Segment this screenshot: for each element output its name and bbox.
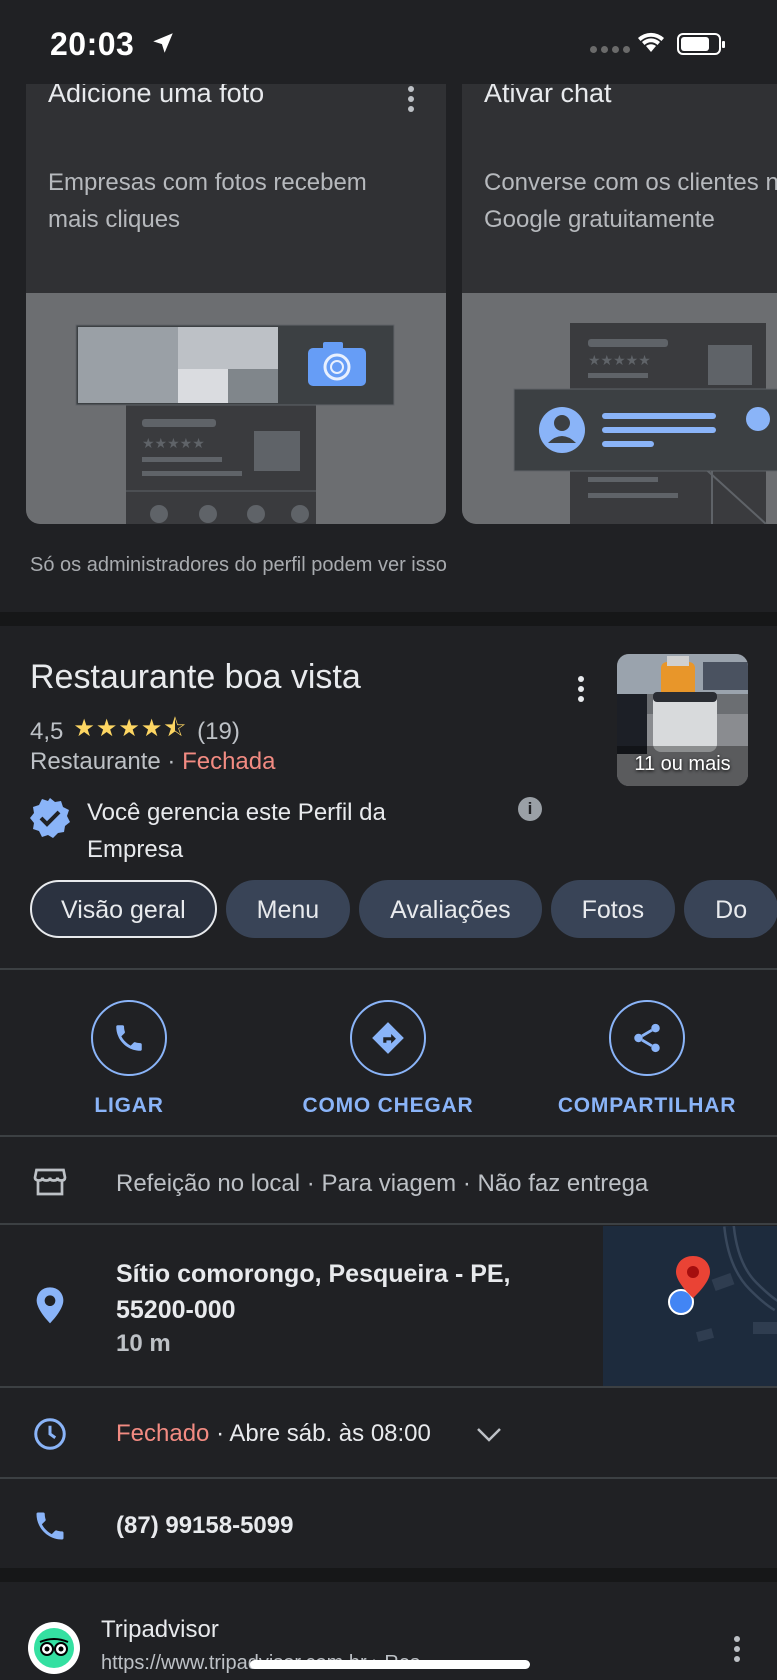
clock-icon	[34, 1418, 66, 1450]
directions-circle	[350, 1000, 426, 1076]
chat-illustration: ★★★★★	[462, 293, 777, 524]
share-circle	[609, 1000, 685, 1076]
promo-section: Adicione uma foto Empresas com fotos rec…	[0, 0, 777, 612]
chevron-down-icon[interactable]	[476, 1426, 502, 1444]
svg-text:★★★★★: ★★★★★	[142, 436, 205, 452]
share-icon	[634, 1023, 660, 1053]
map-image	[603, 1226, 777, 1386]
location-pin-icon	[36, 1287, 64, 1324]
admin-only-note: Só os administradores do perfil podem ve…	[30, 554, 447, 576]
category: Restaurante	[30, 748, 161, 775]
managed-profile-text: Você gerencia este Perfil da Empresa	[87, 799, 386, 863]
tab-menu[interactable]: Menu	[225, 880, 351, 938]
tab-photos[interactable]: Fotos	[550, 880, 676, 938]
info-icon[interactable]: i	[518, 797, 542, 821]
phone-icon	[36, 1512, 64, 1540]
hours-detail: · Abre sáb. às 08:00	[209, 1420, 431, 1447]
home-indicator[interactable]	[250, 1660, 530, 1669]
section-separator	[0, 612, 777, 626]
directions-label: COMO CHEGAR	[302, 1094, 474, 1117]
distance: 10 m	[116, 1330, 171, 1357]
enable-chat-card[interactable]: Ativar chat Converse com os clientes no …	[462, 60, 777, 524]
phone-number[interactable]: (87) 99158-5099	[116, 1512, 293, 1540]
rating-stars-icon: ★★★★⯪	[73, 715, 188, 742]
verified-badge-icon	[30, 798, 70, 838]
result-site-name[interactable]: Tripadvisor	[101, 1616, 219, 1644]
tab-bar: Visão geral Menu Avaliações Fotos Do	[30, 880, 777, 938]
address[interactable]: Sítio comorongo, Pesqueira - PE, 55200-0…	[116, 1256, 556, 1328]
owl-icon	[34, 1628, 74, 1668]
call-label: LIGAR	[94, 1094, 164, 1117]
svg-text:★★★★★: ★★★★★	[588, 353, 651, 369]
directions-icon	[372, 1022, 404, 1054]
call-button[interactable]: LIGAR	[19, 1000, 239, 1118]
divider	[0, 1135, 777, 1137]
status-bar: 20:03	[0, 0, 777, 84]
photos-thumbnail[interactable]: 11 ou mais	[617, 654, 748, 786]
location-arrow-icon	[153, 33, 173, 53]
more-options-icon[interactable]	[578, 676, 584, 706]
service-options: Refeição no local · Para viagem · Não fa…	[116, 1170, 649, 1197]
tripadvisor-logo	[28, 1622, 80, 1674]
rating-value: 4,5	[30, 717, 64, 745]
hours-status: Fechado	[116, 1420, 210, 1447]
more-options-icon[interactable]	[734, 1636, 740, 1666]
review-count: (19)	[197, 717, 240, 745]
separator: ·	[160, 748, 183, 775]
category-row: Restaurante · Fechada	[30, 748, 275, 776]
divider	[0, 1386, 777, 1388]
tab-overview[interactable]: Visão geral	[30, 880, 217, 938]
battery-icon	[677, 33, 725, 55]
map-thumbnail[interactable]	[603, 1226, 777, 1386]
section-separator	[0, 1568, 777, 1582]
divider	[0, 1477, 777, 1479]
more-options-icon[interactable]	[408, 86, 414, 116]
add-photo-card[interactable]: Adicione uma foto Empresas com fotos rec…	[26, 60, 446, 524]
divider	[0, 1223, 777, 1225]
storefront-icon	[33, 1168, 67, 1196]
wifi-icon	[638, 32, 664, 52]
phone-icon	[116, 1025, 142, 1051]
hours-row[interactable]: Fechado · Abre sáb. às 08:00	[116, 1420, 431, 1448]
add-photo-illustration: ★★★★★	[26, 293, 446, 524]
directions-button[interactable]: COMO CHEGAR	[278, 1000, 498, 1118]
place-name: Restaurante boa vista	[30, 658, 361, 696]
status-time: 20:03	[50, 26, 135, 62]
call-circle	[91, 1000, 167, 1076]
tab-more[interactable]: Do	[684, 880, 777, 938]
divider	[0, 968, 777, 970]
share-button[interactable]: COMPARTILHAR	[537, 1000, 757, 1118]
cellular-signal-icon	[590, 46, 630, 53]
share-label: COMPARTILHAR	[557, 1094, 737, 1117]
card-description: Converse com os clientes no Google gratu…	[484, 169, 777, 233]
tab-reviews[interactable]: Avaliações	[359, 880, 542, 938]
rating-row[interactable]: 4,5 ★★★★⯪ (19)	[30, 711, 240, 752]
card-description: Empresas com fotos recebem mais cliques	[48, 169, 367, 233]
status-closed: Fechada	[182, 748, 276, 775]
photo-count-label: 11 ou mais	[634, 753, 731, 775]
